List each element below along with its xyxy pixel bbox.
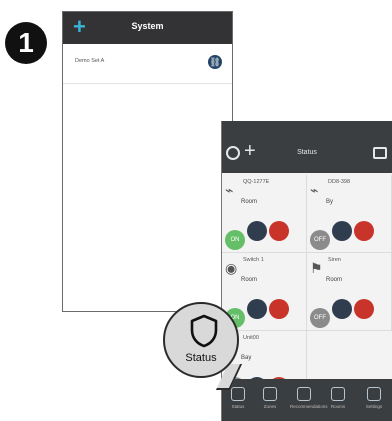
close-button[interactable] (269, 299, 289, 319)
list-icon (297, 387, 311, 401)
home-icon (331, 387, 345, 401)
info-button[interactable] (247, 221, 267, 241)
device-controls: ON (225, 299, 291, 328)
tab-recommendations[interactable]: Recommendations (290, 387, 328, 409)
device-card[interactable]: ⚑ Siren Room OFF (307, 253, 392, 331)
list-item[interactable]: Demo Set A ⛓ (63, 55, 232, 84)
status-bar (222, 121, 392, 133)
device-room: Room (241, 199, 258, 205)
device-controls: OFF (310, 299, 376, 328)
step-badge: 1 (5, 22, 47, 64)
status-screen: + Status ⌁ QQ-1277E Room ON ⌁ DD8-398 By… (221, 121, 392, 421)
bottom-tab-bar: Status Zones Recommendations Rooms Setti… (222, 379, 392, 421)
on-button[interactable]: ON (225, 230, 245, 250)
system-item-label: Demo Set A (75, 58, 105, 64)
device-card[interactable]: ⌁ QQ-1277E Room ON (222, 175, 307, 253)
edit-icon[interactable] (373, 147, 387, 159)
shield-icon (190, 314, 218, 348)
device-card[interactable]: ⌁ DD8-398 By OFF (307, 175, 392, 253)
device-room: Room (326, 277, 343, 283)
device-controls: OFF (310, 221, 376, 250)
tab-rooms[interactable]: Rooms (324, 387, 352, 409)
close-button[interactable] (354, 299, 374, 319)
info-button[interactable] (247, 299, 267, 319)
info-button[interactable] (332, 221, 352, 241)
device-card[interactable]: ◉ Switch 1 Room ON (222, 253, 307, 331)
device-name: QQ-1277E (243, 179, 270, 185)
phone1-header: + System (63, 12, 232, 44)
tab-status[interactable]: Status (224, 387, 252, 409)
device-room: Room (241, 277, 258, 283)
page-title: System (131, 21, 164, 31)
gear-icon (367, 387, 381, 401)
page-title: Status (297, 149, 317, 156)
status-callout: Status (163, 302, 239, 378)
phone2-header: + Status (222, 133, 392, 173)
device-room: Bay (241, 355, 252, 361)
zones-icon (263, 387, 277, 401)
off-button[interactable]: OFF (310, 308, 330, 328)
system-screen: + System Demo Set A ⛓ (62, 11, 233, 312)
callout-label: Status (185, 352, 217, 364)
device-controls: ON (225, 221, 291, 250)
shield-icon (231, 387, 245, 401)
device-name: Siren (328, 257, 341, 263)
link-icon[interactable]: ⛓ (208, 55, 222, 69)
close-button[interactable] (269, 221, 289, 241)
device-name: Switch 1 (243, 257, 264, 263)
device-name: Unit00 (243, 335, 259, 341)
info-button[interactable] (332, 299, 352, 319)
device-room: By (326, 199, 334, 205)
off-button[interactable]: OFF (310, 230, 330, 250)
tab-settings[interactable]: Settings (360, 387, 388, 409)
tab-zones[interactable]: Zones (256, 387, 284, 409)
close-button[interactable] (354, 221, 374, 241)
device-name: DD8-398 (328, 179, 351, 185)
